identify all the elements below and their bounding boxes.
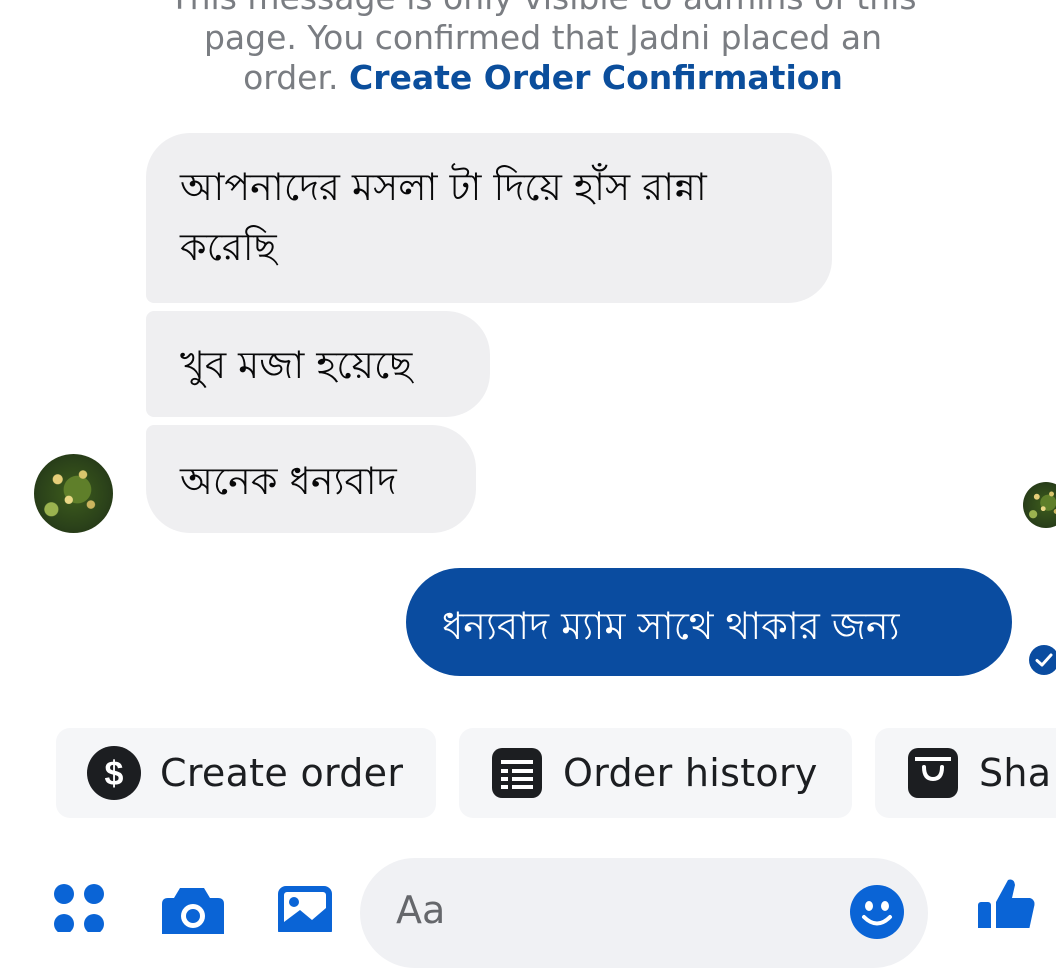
outgoing-message[interactable]: ধন্যবাদ ম্যাম সাথে থাকার জন্য <box>406 568 1012 676</box>
admin-notice-line1: This message is only visible to admins o… <box>150 0 936 18</box>
shop-label: Sha <box>979 751 1052 795</box>
admin-notice: This message is only visible to admins o… <box>150 0 936 98</box>
admin-notice-line2: page. You confirmed that Jadni placed an <box>203 18 882 57</box>
incoming-message[interactable]: খুব মজা হয়েছে <box>146 311 490 417</box>
shopping-bag-icon <box>908 748 958 798</box>
delivered-check-icon <box>1029 645 1056 675</box>
shop-button[interactable]: Sha <box>875 728 1056 818</box>
incoming-message[interactable]: অনেক ধন্যবাদ <box>146 425 476 533</box>
order-history-button[interactable]: Order history <box>459 728 852 818</box>
gallery-icon[interactable] <box>276 882 334 932</box>
apps-icon[interactable] <box>52 882 108 932</box>
camera-icon[interactable] <box>160 884 226 934</box>
emoji-icon[interactable] <box>849 884 905 940</box>
order-history-label: Order history <box>563 751 818 795</box>
receipt-icon <box>492 748 542 798</box>
create-order-button[interactable]: $ Create order <box>56 728 436 818</box>
svg-text:$: $ <box>105 755 124 793</box>
like-icon[interactable] <box>974 876 1038 928</box>
create-order-label: Create order <box>160 751 404 795</box>
dollar-icon: $ <box>87 746 141 800</box>
contact-avatar[interactable] <box>34 454 113 533</box>
incoming-message[interactable]: আপনাদের মসলা টা দিয়ে হাঁস রান্না করেছি <box>146 133 832 303</box>
message-input-placeholder: Aa <box>396 888 446 932</box>
admin-notice-line3: order. <box>243 58 350 97</box>
seen-by-avatar <box>1023 482 1056 528</box>
create-order-confirmation-link[interactable]: Create Order Confirmation <box>349 58 843 97</box>
message-input[interactable]: Aa <box>360 858 928 968</box>
